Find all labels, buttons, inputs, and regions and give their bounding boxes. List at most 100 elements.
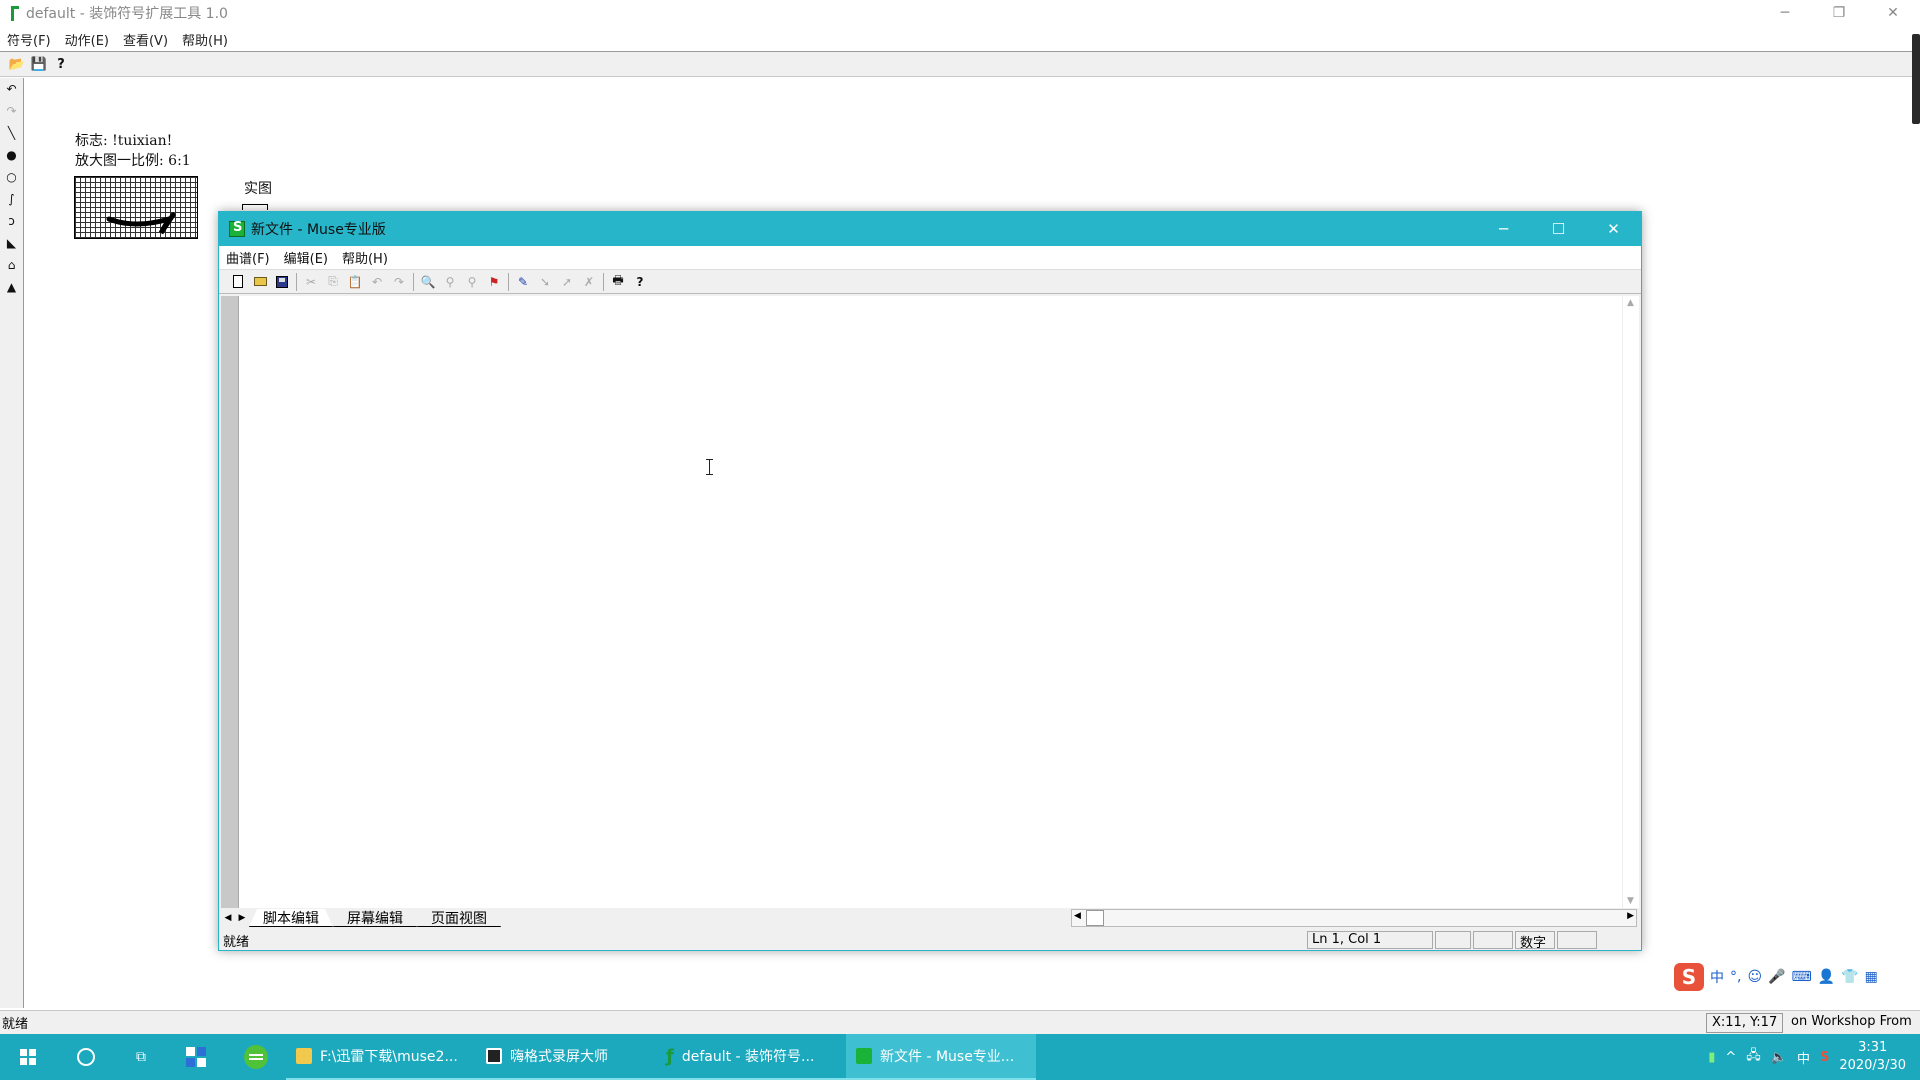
scroll-down-icon[interactable]: ▼	[1627, 896, 1634, 906]
taskbar-app-recorder[interactable]: 嗨格式录屏大师	[476, 1034, 656, 1080]
taskbar-app-label: 嗨格式录屏大师	[510, 1049, 608, 1065]
prev-bookmark-icon[interactable]: ➚	[556, 272, 578, 292]
scroll-thumb[interactable]	[1086, 910, 1104, 926]
start-button[interactable]	[0, 1034, 56, 1080]
ime-language-indicator[interactable]: 中	[1797, 1048, 1810, 1067]
battery-icon[interactable]: ▮	[1708, 1050, 1715, 1065]
open-file-icon[interactable]	[249, 272, 271, 292]
restore-button[interactable]: ❐	[1812, 0, 1866, 26]
tab-next-icon[interactable]: ▶	[235, 909, 249, 927]
editor-horizontal-scrollbar[interactable]: ◀ ▶	[1071, 909, 1637, 927]
undo-icon[interactable]: ↶	[366, 272, 388, 292]
ime-user-icon[interactable]: 👤	[1818, 969, 1835, 985]
find-prev-icon[interactable]: ⚲	[461, 272, 483, 292]
status-pane-empty-3	[1557, 931, 1597, 949]
help-icon[interactable]: ?	[50, 54, 72, 74]
store-icon[interactable]	[166, 1034, 226, 1080]
clock-time: 3:31	[1858, 1040, 1888, 1055]
taskbar-app-label: F:\迅雷下载\muse2...	[320, 1049, 458, 1065]
taskbar-app-muse[interactable]: 新文件 - Muse专业...	[846, 1034, 1036, 1080]
find-icon[interactable]: 🔍	[417, 272, 439, 292]
copy-icon[interactable]: ⎘	[322, 272, 344, 292]
menu-action[interactable]: 动作(E)	[58, 30, 116, 49]
menu-edit[interactable]: 编辑(E)	[277, 248, 335, 267]
show-hidden-icons[interactable]: ^	[1725, 1050, 1736, 1065]
num-lock-indicator: 数字	[1515, 931, 1555, 951]
browser-icon[interactable]	[226, 1034, 286, 1080]
muse-minimize-button[interactable]: ─	[1476, 212, 1531, 246]
fill-icon[interactable]: ◣	[0, 232, 23, 254]
line-tool-icon[interactable]: ╲	[0, 122, 23, 144]
eraser-icon[interactable]: ⌂	[0, 254, 23, 276]
filled-circle-icon[interactable]: ●	[0, 144, 23, 166]
ime-skin-icon[interactable]: 👕	[1841, 969, 1858, 985]
ime-punct-icon[interactable]: °,	[1730, 969, 1741, 985]
redo-icon[interactable]: ↷	[0, 100, 23, 122]
editor-gutter	[221, 296, 239, 908]
open-icon[interactable]: 📂	[6, 54, 28, 74]
sogou-tray-icon[interactable]: S	[1820, 1050, 1829, 1065]
circle-icon[interactable]: ○	[0, 166, 23, 188]
menu-symbol[interactable]: 符号(F)	[0, 30, 58, 49]
curve2-icon[interactable]: ↄ	[0, 210, 23, 232]
ime-emoji-icon[interactable]: ☺	[1747, 969, 1762, 985]
menu-help[interactable]: 帮助(H)	[175, 30, 235, 49]
taskbar-app-explorer[interactable]: F:\迅雷下载\muse2...	[286, 1034, 476, 1080]
script-editor[interactable]: ▲ ▼	[221, 296, 1639, 908]
ime-voice-icon[interactable]: 🎤	[1768, 969, 1785, 985]
muse-app-icon	[856, 1048, 872, 1064]
task-view-icon[interactable]: ⧉	[116, 1034, 166, 1080]
ime-menu-icon[interactable]: ▦	[1865, 969, 1878, 985]
scroll-up-icon[interactable]: ▲	[1627, 298, 1634, 308]
scroll-right-icon[interactable]: ▶	[1627, 911, 1634, 921]
main-vertical-scrollbar[interactable]	[1912, 34, 1920, 124]
ime-keyboard-icon[interactable]: ⌨	[1792, 969, 1812, 985]
tab-page-view[interactable]: 页面视图	[417, 909, 501, 927]
decor-tool-icon: ƒ	[666, 1045, 674, 1067]
taskbar-app-decor-tool[interactable]: ƒ default - 装饰符号...	[656, 1034, 846, 1080]
magnified-grid[interactable]	[74, 176, 198, 239]
taskbar-app-label: 新文件 - Muse专业...	[880, 1049, 1015, 1065]
save-icon[interactable]: 💾	[28, 54, 50, 74]
menu-help-muse[interactable]: 帮助(H)	[335, 248, 395, 267]
print-icon[interactable]: 🖶	[607, 272, 629, 292]
muse-logo-icon	[229, 220, 245, 237]
ime-chinese-toggle[interactable]: 中	[1710, 967, 1724, 987]
new-file-icon[interactable]	[227, 272, 249, 292]
muse-maximize-button[interactable]: ☐	[1531, 212, 1586, 246]
minimize-button[interactable]: ─	[1758, 0, 1812, 26]
menu-score[interactable]: 曲谱(F)	[219, 248, 277, 267]
clear-bookmark-icon[interactable]: ✗	[578, 272, 600, 292]
help-icon[interactable]: ?	[629, 272, 651, 292]
bookmark-icon[interactable]: ✎	[512, 272, 534, 292]
scroll-left-icon[interactable]: ◀	[1074, 911, 1081, 921]
paste-icon[interactable]: 📋	[344, 272, 366, 292]
curve-icon[interactable]: ∫	[0, 188, 23, 210]
find-next-icon[interactable]: ⚲	[439, 272, 461, 292]
coords-readout: X:11, Y:17	[1706, 1013, 1784, 1033]
mark-icon[interactable]: ▲	[0, 276, 23, 298]
muse-toolbar: ✂ ⎘ 📋 ↶ ↷ 🔍 ⚲ ⚲ ⚑ ✎ ➘ ➚ ✗ 🖶 ?	[219, 270, 1641, 294]
sogou-logo-icon[interactable]: S	[1674, 963, 1704, 991]
cortana-icon[interactable]	[56, 1034, 116, 1080]
tab-screen-edit[interactable]: 屏幕编辑	[333, 909, 417, 927]
save-file-icon[interactable]	[271, 272, 293, 292]
tab-prev-icon[interactable]: ◀	[221, 909, 235, 927]
ime-toolbar: S 中 °, ☺ 🎤 ⌨ 👤 👕 ▦	[1674, 962, 1878, 992]
network-icon[interactable]: 🖧	[1746, 1046, 1761, 1068]
next-bookmark-icon[interactable]: ➘	[534, 272, 556, 292]
recorder-icon	[486, 1048, 502, 1064]
close-button[interactable]: ✕	[1866, 0, 1920, 26]
menu-view[interactable]: 查看(V)	[116, 30, 175, 49]
undo-icon[interactable]: ↶	[0, 78, 23, 100]
editor-vertical-scrollbar[interactable]: ▲ ▼	[1622, 296, 1639, 908]
volume-icon[interactable]: 🔈	[1771, 1050, 1787, 1065]
redo-icon[interactable]: ↷	[388, 272, 410, 292]
muse-status-bar: 就绪 Ln 1, Col 1 数字	[221, 930, 1639, 951]
clock[interactable]: 3:31 2020/3/30	[1839, 1039, 1906, 1075]
clock-date: 2020/3/30	[1839, 1058, 1906, 1073]
cut-icon[interactable]: ✂	[300, 272, 322, 292]
replace-icon[interactable]: ⚑	[483, 272, 505, 292]
tab-script-edit[interactable]: 脚本编辑	[249, 909, 333, 927]
muse-close-button[interactable]: ✕	[1586, 212, 1641, 246]
